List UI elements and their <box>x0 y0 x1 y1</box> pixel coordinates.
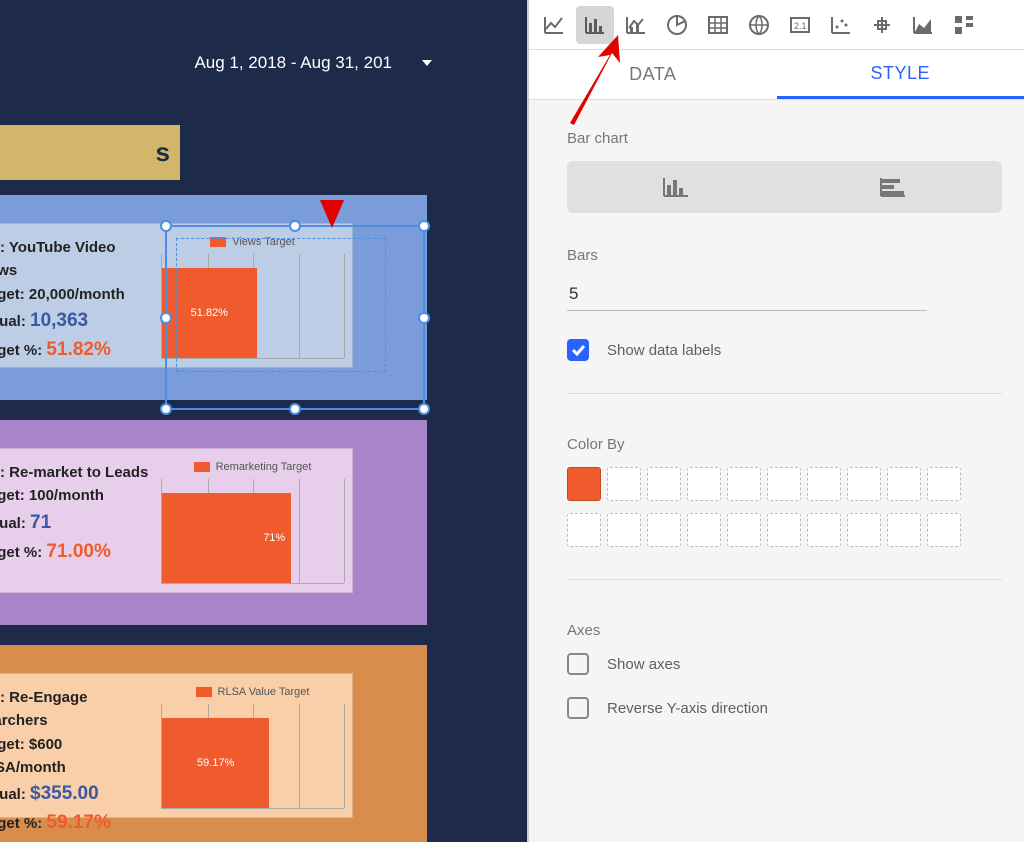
annotation-arrow-canvas <box>312 150 352 235</box>
kpi-text-2: KPI: Re-market to Leads Target: 100/mont… <box>0 461 155 584</box>
color-swatch[interactable] <box>927 513 961 547</box>
kpi-title: KPI: Re-Engage Searchers <box>0 686 155 733</box>
color-swatch[interactable] <box>807 513 841 547</box>
section-heading-bar: s <box>0 125 180 180</box>
kpi-title: KPI: Re-market to Leads <box>0 461 155 484</box>
bar-orientation-toggle[interactable] <box>567 161 1002 213</box>
pie-chart-icon[interactable] <box>658 6 696 44</box>
color-swatch[interactable] <box>647 513 681 547</box>
kpi-card-3[interactable]: KPI: Re-Engage Searchers Target: $600 RL… <box>0 673 353 818</box>
kpi-text-1: KPI: YouTube Video Views Target: 20,000/… <box>0 236 155 359</box>
legend-swatch-icon <box>210 237 226 247</box>
legend-swatch-icon <box>196 687 212 697</box>
bars-label: Bars <box>567 247 1002 264</box>
horizontal-bars-icon[interactable] <box>785 161 1003 213</box>
color-swatch[interactable] <box>847 467 881 501</box>
color-swatch[interactable] <box>727 513 761 547</box>
color-swatch[interactable] <box>767 467 801 501</box>
kpi-block-2: KPI: Re-market to Leads Target: 100/mont… <box>0 420 427 625</box>
show-axes-label: Show axes <box>607 656 680 673</box>
kpi-block-1: KPI: YouTube Video Views Target: 20,000/… <box>0 195 427 400</box>
bar-segment: 71% <box>162 493 291 583</box>
date-range-text: Aug 1, 2018 - Aug 31, 201 <box>194 53 392 73</box>
legend-swatch-icon <box>194 462 210 472</box>
kpi-card-2[interactable]: KPI: Re-market to Leads Target: 100/mont… <box>0 448 353 593</box>
geo-chart-icon[interactable] <box>740 6 778 44</box>
date-range-picker[interactable]: Aug 1, 2018 - Aug 31, 201 <box>194 53 432 73</box>
annotation-arrow-toolbar <box>560 35 630 130</box>
pivot-table-icon[interactable] <box>945 6 983 44</box>
tab-style[interactable]: STYLE <box>777 50 1024 99</box>
section-heading-text: s <box>156 137 170 168</box>
reverse-y-label: Reverse Y-axis direction <box>607 700 768 717</box>
bar-segment: 51.82% <box>162 268 257 358</box>
color-swatch[interactable] <box>687 513 721 547</box>
bullet-chart-icon[interactable] <box>863 6 901 44</box>
kpi-card-1[interactable]: KPI: YouTube Video Views Target: 20,000/… <box>0 223 353 368</box>
color-swatch[interactable] <box>767 513 801 547</box>
bar-chart-label: Bar chart <box>567 130 1002 147</box>
show-data-labels-checkbox[interactable] <box>567 339 589 361</box>
color-swatch[interactable] <box>647 467 681 501</box>
color-swatch[interactable] <box>607 513 641 547</box>
color-swatch[interactable] <box>847 513 881 547</box>
color-swatch[interactable] <box>567 513 601 547</box>
color-swatch[interactable] <box>727 467 761 501</box>
color-swatch-1[interactable] <box>567 467 601 501</box>
style-panel-body[interactable]: Bar chart Bars Show data labels Color By <box>529 100 1024 781</box>
bar-segment: 59.17% <box>162 718 269 808</box>
bars-count-input[interactable] <box>567 278 927 311</box>
color-swatch[interactable] <box>927 467 961 501</box>
dropdown-triangle-icon <box>422 60 432 66</box>
kpi-block-3: KPI: Re-Engage Searchers Target: $600 RL… <box>0 645 427 842</box>
svg-text:2.1: 2.1 <box>794 21 807 31</box>
kpi-chart-3[interactable]: RLSA Value Target 59.17% <box>161 686 344 816</box>
reverse-y-checkbox[interactable] <box>567 697 589 719</box>
color-swatch[interactable] <box>807 467 841 501</box>
color-by-label: Color By <box>567 436 1002 453</box>
scorecard-icon[interactable]: 2.1 <box>781 6 819 44</box>
table-chart-icon[interactable] <box>699 6 737 44</box>
scatter-chart-icon[interactable] <box>822 6 860 44</box>
area-chart-icon[interactable] <box>904 6 942 44</box>
kpi-chart-1[interactable]: Views Target 51.82% <box>161 236 344 366</box>
color-swatch[interactable] <box>607 467 641 501</box>
kpi-chart-2[interactable]: Remarketing Target 71% <box>161 461 344 591</box>
kpi-text-3: KPI: Re-Engage Searchers Target: $600 RL… <box>0 686 155 809</box>
vertical-bars-icon[interactable] <box>567 161 785 213</box>
report-canvas[interactable]: Aug 1, 2018 - Aug 31, 201 s KPI: YouTube… <box>0 0 528 842</box>
show-data-labels-label: Show data labels <box>607 342 721 359</box>
kpi-title: KPI: YouTube Video Views <box>0 236 155 283</box>
axes-label: Axes <box>567 622 1002 639</box>
color-swatch[interactable] <box>687 467 721 501</box>
color-swatch[interactable] <box>887 513 921 547</box>
show-axes-checkbox[interactable] <box>567 653 589 675</box>
color-swatch[interactable] <box>887 467 921 501</box>
